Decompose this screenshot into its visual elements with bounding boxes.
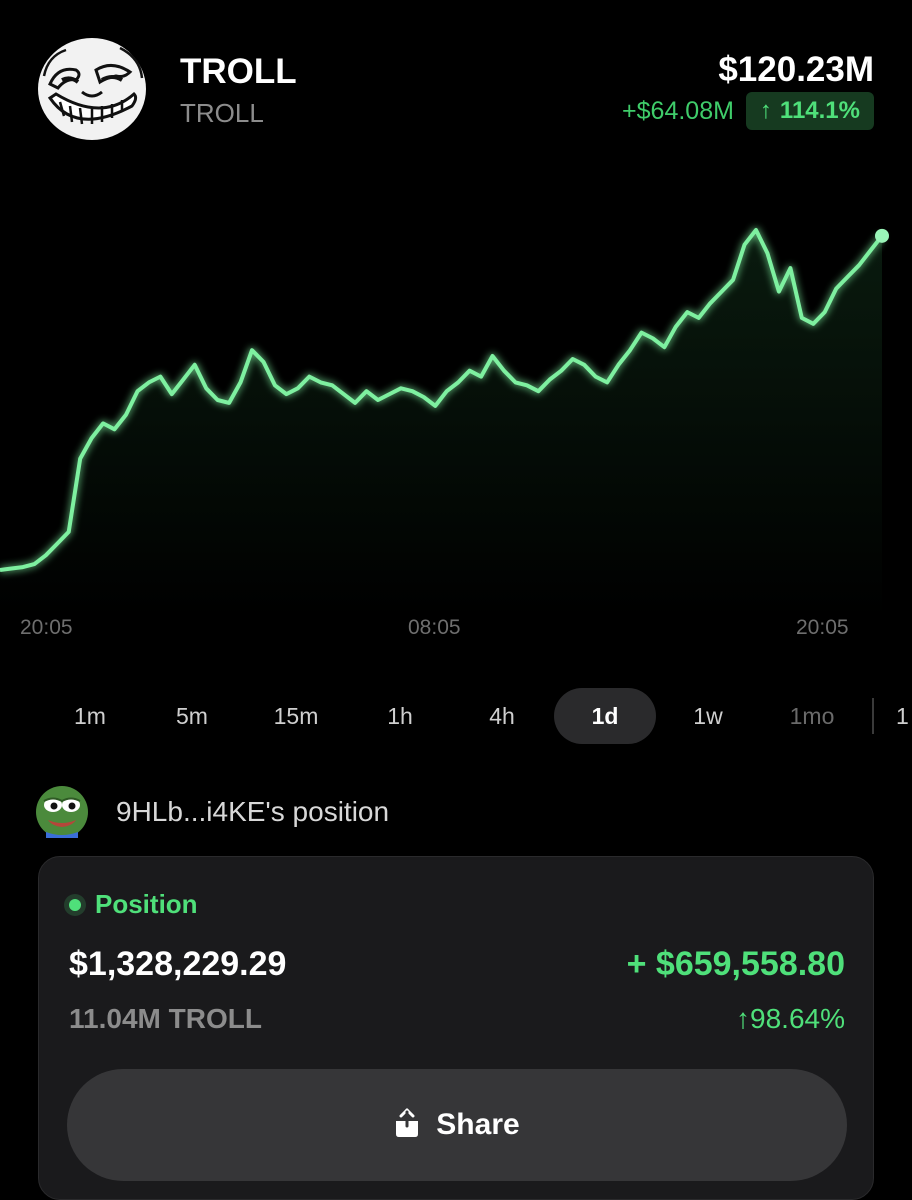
interval-1mo[interactable]: 1mo: [770, 688, 854, 744]
share-button[interactable]: Share: [67, 1069, 847, 1181]
interval-1h[interactable]: 1h: [360, 688, 440, 744]
interval-selector: 1m 5m 15m 1h 4h 1d 1w 1mo 1: [0, 688, 912, 746]
price-chart[interactable]: [0, 200, 912, 620]
x-tick-label: 08:05: [408, 616, 461, 639]
interval-4h[interactable]: 4h: [462, 688, 542, 744]
x-tick-label: 20:05: [20, 616, 73, 639]
arrow-up-icon: ↑: [759, 97, 772, 124]
token-header: TROLL TROLL $120.23M +$64.08M ↑ 114.1%: [0, 0, 912, 160]
token-symbol: TROLL: [180, 98, 264, 128]
interval-more[interactable]: 1: [896, 688, 912, 744]
chart-last-point: [875, 228, 889, 243]
chart-area-fill: [0, 230, 882, 620]
position-card: Position $1,328,229.29 11.04M TROLL + $6…: [38, 856, 874, 1200]
interval-1d[interactable]: 1d: [554, 688, 656, 744]
interval-divider: [872, 698, 874, 734]
time-axis: 20:05 08:05 20:05: [0, 616, 912, 650]
position-title: Position: [95, 889, 198, 919]
market-cap: $120.23M: [718, 50, 874, 89]
arrow-up-icon: ↑: [736, 1003, 751, 1034]
owner-row[interactable]: 9HLb...i4KE's position: [36, 782, 389, 842]
pnl-pct-value: 98.64%: [750, 1003, 845, 1034]
pepe-avatar-icon: [36, 786, 88, 838]
owner-label: 9HLb...i4KE's position: [116, 796, 389, 828]
change-pct-value: 114.1%: [779, 97, 860, 124]
change-abs: +$64.08M: [622, 96, 734, 125]
status-dot-icon: [69, 898, 81, 911]
position-amount: 11.04M TROLL: [69, 1003, 262, 1034]
change-row: +$64.08M ↑ 114.1%: [622, 92, 874, 130]
share-icon: [394, 1108, 420, 1143]
interval-5m[interactable]: 5m: [150, 688, 234, 744]
x-tick-label: 20:05: [796, 616, 849, 639]
share-label: Share: [436, 1108, 520, 1141]
owner-suffix: 's position: [265, 796, 390, 827]
interval-1w[interactable]: 1w: [668, 688, 748, 744]
pnl-pct: ↑98.64%: [736, 1003, 845, 1035]
interval-15m[interactable]: 15m: [250, 688, 342, 744]
position-header: Position: [69, 889, 198, 920]
position-value: $1,328,229.29: [69, 945, 287, 983]
interval-1m[interactable]: 1m: [50, 688, 130, 744]
change-pct-badge: ↑ 114.1%: [745, 92, 874, 130]
owner-address: 9HLb...i4KE: [116, 796, 266, 827]
pnl-abs: + $659,558.80: [626, 945, 845, 983]
trollface-icon: [36, 36, 148, 142]
token-name: TROLL: [180, 52, 297, 91]
